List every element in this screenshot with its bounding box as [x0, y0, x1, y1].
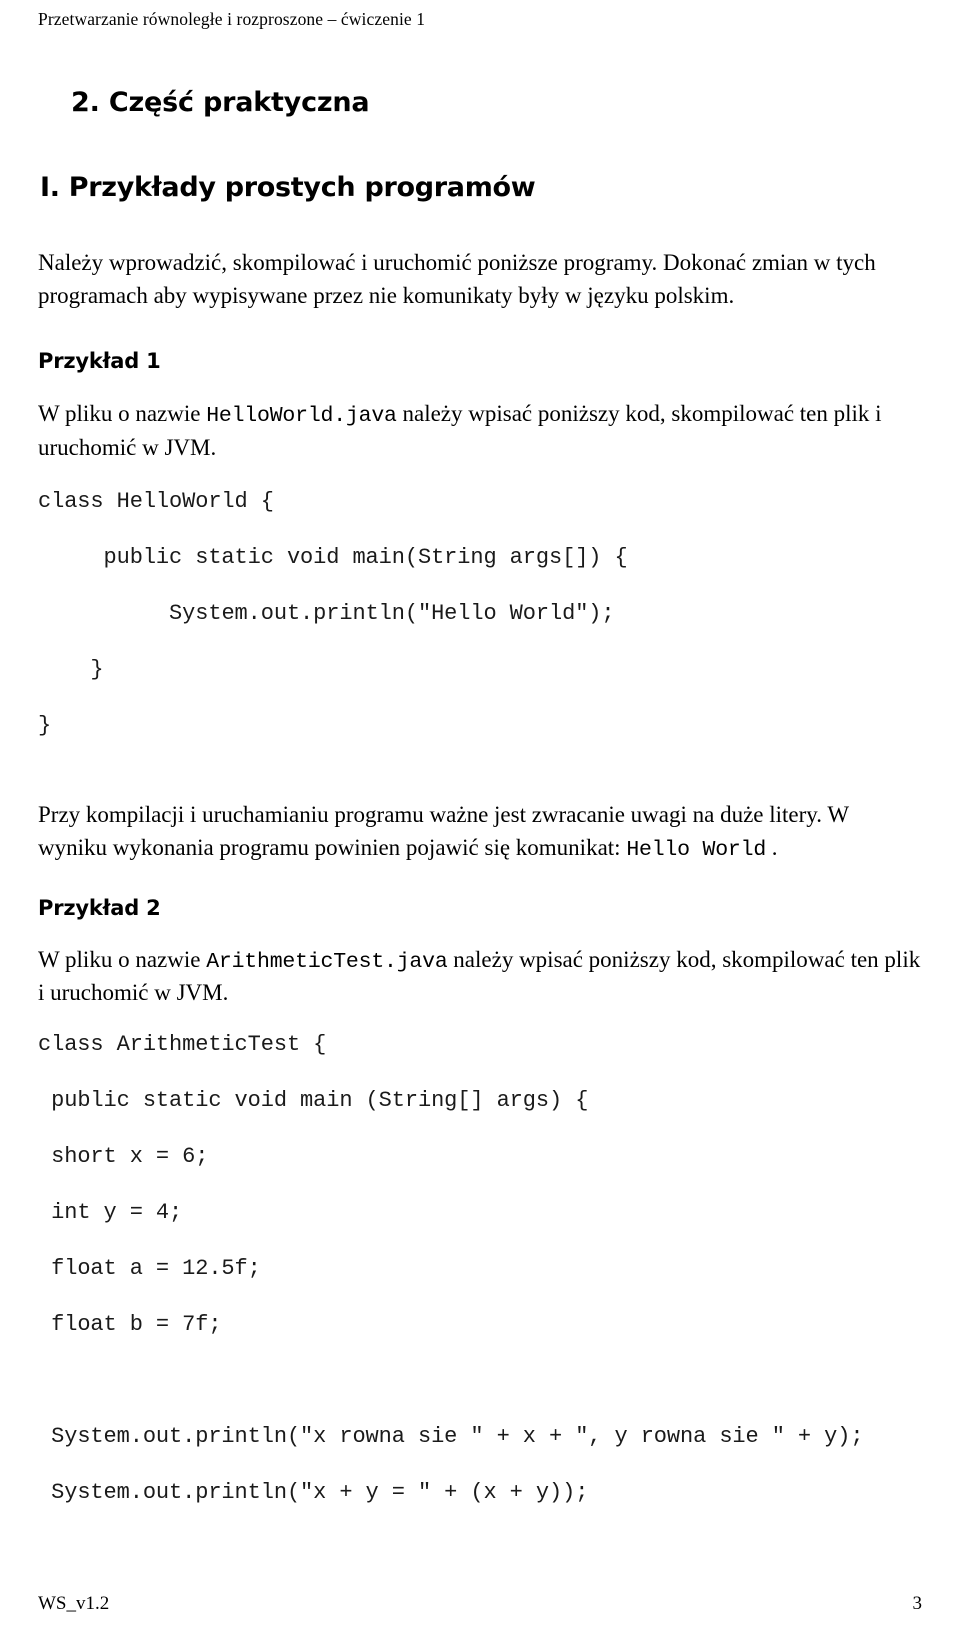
code-line: System.out.println("Hello World");	[38, 601, 615, 627]
subsection-title: I. Przykłady prostych programów	[40, 172, 536, 203]
intro-paragraph: Należy wprowadzić, skompilować i uruchom…	[38, 250, 876, 308]
code-line: System.out.println("x rowna sie " + x + …	[38, 1423, 864, 1449]
code-line: short x = 6;	[38, 1143, 209, 1169]
page-footer: WS_v1.2 3	[38, 1593, 922, 1615]
example-1-intro-before: W pliku o nazwie	[38, 401, 207, 427]
footer-page-number: 3	[912, 1593, 923, 1614]
example-1-intro: W pliku o nazwie HelloWorld.java należy …	[38, 373, 922, 464]
page-title: 2. Część praktyczna	[71, 87, 370, 118]
code-line: System.out.println("x + y = " + (x + y))…	[38, 1479, 589, 1505]
example-1-code-block: class HelloWorld { public static void ma…	[38, 464, 922, 737]
example-2-heading: Przykład 2	[38, 895, 161, 920]
example-2-intro-before: W pliku o nazwie	[38, 946, 207, 972]
example-2-intro: W pliku o nazwie ArithmeticTest.java nal…	[38, 920, 922, 1010]
example-1-filename: HelloWorld.java	[206, 404, 397, 429]
code-line: int y = 4;	[38, 1199, 183, 1225]
running-header: Przetwarzanie równoległe i rozproszone –…	[38, 9, 426, 29]
code-line: public static void main(String args[]) {	[38, 545, 628, 571]
example-1-heading: Przykład 1	[38, 349, 161, 374]
code-line: }	[38, 657, 104, 683]
code-line: }	[38, 713, 52, 739]
code-line: public static void main (String[] args) …	[38, 1087, 589, 1113]
footer-version: WS_v1.2	[38, 1593, 110, 1614]
example-2-filename: ArithmeticTest.java	[206, 949, 448, 974]
code-line: float b = 7f;	[38, 1311, 222, 1337]
example-1-expected-output: Hello World	[626, 838, 767, 863]
code-line: class HelloWorld {	[38, 489, 274, 515]
code-line: class ArithmeticTest {	[38, 1031, 327, 1057]
document-page: Przetwarzanie równoległe i rozproszone –…	[0, 0, 960, 1629]
example-2-code-block: class ArithmeticTest { public static voi…	[38, 1010, 922, 1504]
example-1-note-after: .	[766, 835, 778, 861]
code-line: float a = 12.5f;	[38, 1255, 261, 1281]
example-1-note: Przy kompilacji i uruchamianiu programu …	[38, 771, 922, 865]
